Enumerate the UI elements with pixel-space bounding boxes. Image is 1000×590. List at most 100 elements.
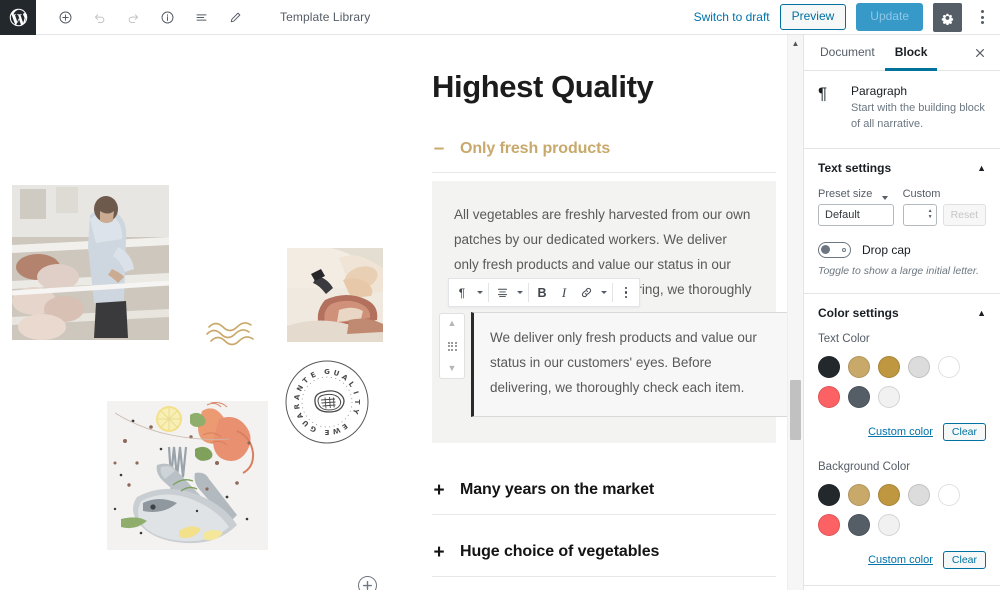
- info-icon[interactable]: [154, 4, 180, 30]
- plus-icon: +: [433, 541, 445, 563]
- paragraph-pilcrow-icon[interactable]: ¶: [451, 279, 473, 306]
- edit-pencil-icon[interactable]: [222, 4, 248, 30]
- switch-to-draft-link[interactable]: Switch to draft: [694, 10, 770, 24]
- wavy-lines-decoration: [205, 317, 261, 347]
- accordion-item-many-years: + Many years on the market: [432, 481, 782, 515]
- kebab-dots: [624, 286, 628, 299]
- reset-button[interactable]: Reset: [942, 203, 986, 226]
- color-swatch[interactable]: [848, 355, 870, 378]
- canvas-scrollbar[interactable]: ▲: [787, 35, 803, 590]
- divider: [432, 575, 776, 577]
- page-title[interactable]: Highest Quality: [432, 35, 782, 105]
- color-swatch[interactable]: [818, 385, 840, 408]
- update-button[interactable]: Update: [856, 3, 923, 31]
- accordion-label: Many years on the market: [460, 481, 655, 499]
- accordion-panel: All vegetables are freshly harvested fro…: [432, 181, 791, 443]
- scrollbar-thumb[interactable]: [790, 380, 801, 440]
- tab-document[interactable]: Document: [810, 35, 885, 71]
- color-swatch[interactable]: [848, 513, 870, 536]
- block-mover-controls[interactable]: ▲ ▼: [439, 313, 465, 380]
- selected-paragraph-block[interactable]: ▲ ▼ We deliver only fresh products and v…: [439, 312, 791, 417]
- wordpress-logo-icon[interactable]: [0, 0, 36, 35]
- block-settings-sidebar: Document Block ¶ Paragraph Start with th…: [803, 35, 1000, 590]
- color-swatch[interactable]: [878, 385, 900, 408]
- align-text-icon[interactable]: [491, 279, 513, 306]
- drop-cap-hint: Toggle to show a large initial letter.: [818, 264, 979, 277]
- kebab-menu-icon[interactable]: [615, 279, 637, 306]
- selected-paragraph-text[interactable]: We deliver only fresh products and value…: [490, 326, 774, 401]
- color-settings-header[interactable]: Color settings ▲: [818, 306, 986, 320]
- circled-plus-icon[interactable]: [358, 576, 377, 590]
- preset-size-select[interactable]: Default: [818, 203, 894, 226]
- color-swatch[interactable]: [938, 483, 960, 506]
- chevron-up-icon[interactable]: ▲: [448, 319, 457, 328]
- redo-icon[interactable]: [120, 4, 146, 30]
- color-swatch[interactable]: [848, 483, 870, 506]
- undo-icon[interactable]: [86, 4, 112, 30]
- advanced-section-header[interactable]: Advanced ▼: [804, 586, 1000, 590]
- chevron-down-icon[interactable]: [513, 279, 526, 306]
- toggle-knob: [821, 244, 830, 254]
- color-swatch[interactable]: [878, 513, 900, 536]
- seafood-flatlay-image[interactable]: [107, 401, 268, 550]
- block-description: Start with the building block of all nar…: [851, 102, 985, 130]
- text-settings-header[interactable]: Text settings ▲: [818, 161, 986, 175]
- inline-format-group: B I: [529, 279, 612, 306]
- we-guarantee-quality-badge: G U A L I T Y E W E G U A R A N T E: [281, 356, 373, 448]
- color-swatch[interactable]: [908, 483, 930, 506]
- add-block-icon[interactable]: [52, 4, 78, 30]
- color-swatch[interactable]: [818, 355, 840, 378]
- color-swatch[interactable]: [878, 355, 900, 378]
- preview-button[interactable]: Preview: [779, 4, 847, 30]
- farm-worker-with-pigs-image[interactable]: [12, 185, 169, 340]
- gear-icon[interactable]: [933, 2, 962, 32]
- block-info-card: ¶ Paragraph Start with the building bloc…: [804, 71, 1000, 149]
- font-size-controls: Preset size Default Custom ▲ ▼ Reset: [818, 188, 986, 226]
- block-type-group: ¶: [449, 279, 488, 306]
- chevron-down-icon[interactable]: ▼: [448, 364, 457, 373]
- color-swatch[interactable]: [938, 355, 960, 378]
- drop-cap-toggle[interactable]: [818, 241, 851, 258]
- link-chain-icon[interactable]: [575, 279, 597, 306]
- preset-size-field: Preset size Default: [818, 188, 894, 226]
- clear-button[interactable]: Clear: [942, 550, 986, 569]
- color-swatch[interactable]: [878, 483, 900, 506]
- background-color-actions: Custom color Clear: [818, 550, 986, 569]
- bold-button[interactable]: B: [531, 279, 553, 306]
- color-swatch[interactable]: [818, 513, 840, 536]
- image-collage: G U A L I T Y E W E G U A R A N T E: [0, 35, 420, 590]
- close-x-icon[interactable]: [966, 35, 994, 70]
- butcher-cutting-meat-image[interactable]: [287, 248, 383, 342]
- drag-handle-icon[interactable]: [447, 341, 457, 351]
- italic-button[interactable]: I: [553, 279, 575, 306]
- chevron-down-icon[interactable]: [473, 279, 486, 306]
- accordion-header[interactable]: – Only fresh products: [432, 105, 782, 158]
- block-navigation-icon[interactable]: [188, 4, 214, 30]
- svg-text:W: W: [331, 426, 341, 436]
- plus-icon: +: [433, 479, 445, 501]
- chevron-up-icon[interactable]: ▲: [977, 308, 986, 318]
- clear-button[interactable]: Clear: [942, 422, 986, 441]
- accordion-header[interactable]: + Many years on the market: [432, 481, 782, 500]
- alignment-group: [489, 279, 528, 306]
- chevron-up-icon[interactable]: ▲: [788, 35, 803, 51]
- background-color-swatches: [818, 483, 986, 536]
- custom-color-link[interactable]: Custom color: [868, 554, 933, 566]
- svg-text:T: T: [353, 400, 361, 405]
- kebab-menu-icon[interactable]: [972, 3, 992, 31]
- block-options-group: [613, 279, 639, 306]
- accordion-header[interactable]: + Huge choice of vegetables: [432, 543, 782, 562]
- chevron-up-icon[interactable]: ▲: [977, 163, 986, 173]
- tab-block[interactable]: Block: [884, 35, 938, 71]
- color-swatch[interactable]: [908, 355, 930, 378]
- sidebar-tabs: Document Block: [804, 35, 1000, 71]
- spinner-icon[interactable]: ▲ ▼: [928, 209, 933, 220]
- custom-size-field: Custom ▲ ▼ Reset: [902, 188, 986, 226]
- chevron-down-icon[interactable]: [597, 279, 610, 306]
- page-content: Highest Quality – Only fresh products Al…: [432, 35, 791, 590]
- custom-color-link[interactable]: Custom color: [868, 426, 933, 438]
- color-swatch[interactable]: [818, 483, 840, 506]
- custom-size-input[interactable]: ▲ ▼: [902, 203, 937, 226]
- drop-cap-label: Drop cap: [862, 242, 911, 257]
- color-swatch[interactable]: [848, 385, 870, 408]
